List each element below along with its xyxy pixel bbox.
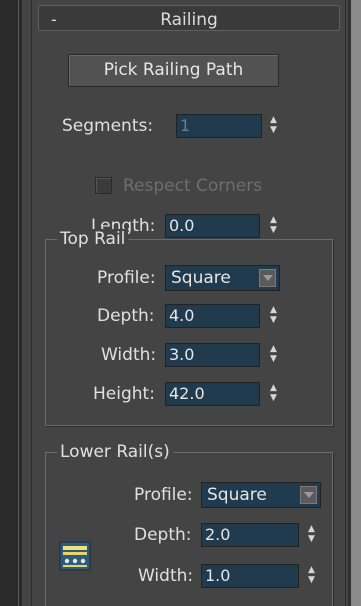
lower-rails-title: Lower Rail(s)	[57, 442, 173, 462]
lower-depth-spinner-icon[interactable]: ▲ ▼	[306, 523, 320, 547]
top-depth-label: Depth:	[97, 306, 155, 326]
top-depth-spinner-icon[interactable]: ▲ ▼	[268, 304, 282, 328]
top-height-field[interactable]: 42.0	[165, 382, 260, 406]
lower-depth-field[interactable]: 2.0	[201, 523, 299, 547]
dropdown-arrow-icon[interactable]	[259, 269, 276, 287]
lower-profile-label: Profile:	[134, 485, 193, 505]
railing-rollout-header[interactable]: - Railing	[38, 5, 340, 31]
pick-railing-path-button[interactable]: Pick Railing Path	[68, 54, 279, 87]
rollout-title: Railing	[160, 10, 218, 30]
top-width-field[interactable]: 3.0	[165, 343, 260, 367]
lower-rail-spacing-icon[interactable]	[59, 541, 91, 571]
lower-profile-dropdown[interactable]: Square	[201, 482, 321, 508]
top-depth-field[interactable]: 4.0	[165, 304, 260, 328]
segments-label: Segments:	[62, 116, 154, 136]
top-width-label: Width:	[101, 345, 157, 365]
top-height-label: Height:	[93, 384, 155, 404]
top-width-spinner-icon[interactable]: ▲ ▼	[268, 343, 282, 367]
scrollbar-edge	[348, 0, 351, 606]
lower-width-spinner-icon[interactable]: ▲ ▼	[306, 564, 320, 588]
left-viewport-strip	[0, 0, 22, 606]
lower-width-field[interactable]: 1.0	[201, 564, 299, 588]
top-profile-label: Profile:	[97, 268, 156, 288]
lower-depth-label: Depth:	[134, 525, 192, 545]
top-profile-dropdown[interactable]: Square	[165, 265, 280, 291]
respect-corners-checkbox[interactable]	[95, 177, 112, 194]
length-field[interactable]: 0.0	[165, 214, 260, 238]
panel-scrollbar[interactable]	[348, 0, 361, 606]
top-rail-title: Top Rail	[57, 229, 129, 249]
length-spinner-icon[interactable]: ▲ ▼	[268, 214, 282, 238]
respect-corners-label: Respect Corners	[123, 176, 263, 196]
top-height-spinner-icon[interactable]: ▲ ▼	[268, 382, 282, 406]
divider	[18, 0, 19, 606]
lower-profile-value: Square	[207, 485, 267, 505]
segments-spinner-icon[interactable]: ▲ ▼	[268, 114, 282, 138]
segments-field[interactable]: 1	[176, 114, 262, 138]
top-profile-value: Square	[171, 268, 231, 288]
lower-width-label: Width:	[138, 566, 194, 586]
dropdown-arrow-icon[interactable]	[300, 486, 317, 504]
